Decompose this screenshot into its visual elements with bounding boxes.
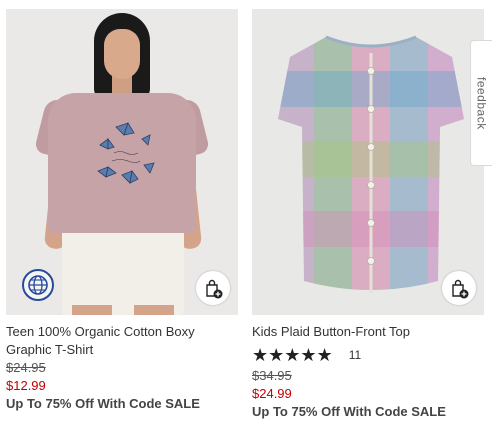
product-image[interactable] [6,9,238,315]
original-price: $24.95 [6,360,46,375]
model-leg-right [134,305,174,315]
original-price: $34.95 [252,368,292,383]
shopping-bag-add-icon [452,279,469,299]
globe-icon [22,269,54,301]
sale-price: $24.99 [252,386,292,401]
add-to-bag-button[interactable] [442,271,476,305]
promo-text: Up To 75% Off With Code SALE [6,396,200,411]
model-leg-left [72,305,112,315]
feedback-label: feedback [474,76,489,130]
product-card[interactable]: Kids Plaid Button-Front Top ★★★★★ 11 $34… [252,9,484,421]
plaid-shirt-graphic [278,35,464,293]
model-shorts [62,229,184,315]
shopping-bag-add-icon [206,279,223,299]
product-image[interactable] [252,9,484,315]
product-name[interactable]: Teen 100% Organic Cotton Boxy Graphic T-… [6,323,238,359]
star-icons: ★★★★★ [252,344,333,365]
review-count: 11 [348,348,362,362]
product-card[interactable]: Teen 100% Organic Cotton Boxy Graphic T-… [6,9,238,413]
model-face [104,29,140,79]
product-name[interactable]: Kids Plaid Button-Front Top [252,323,484,341]
star-rating[interactable]: ★★★★★ 11 [252,343,484,367]
add-to-bag-button[interactable] [196,271,230,305]
sale-price: $12.99 [6,378,46,393]
feedback-tab[interactable]: feedback [470,40,492,166]
promo-text: Up To 75% Off With Code SALE [252,404,446,419]
butterfly-graphic [97,122,155,184]
